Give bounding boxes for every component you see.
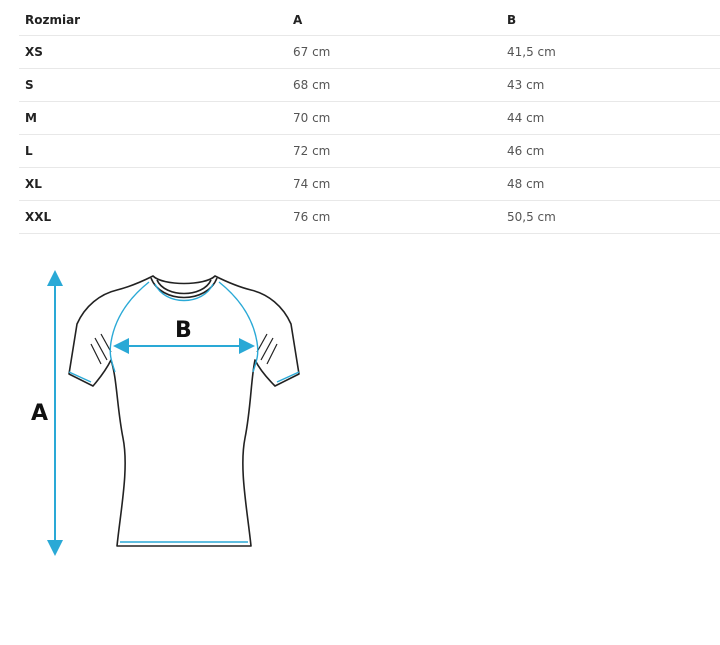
width-b-cell: 44 cm	[501, 101, 720, 135]
tshirt-outline	[68, 275, 300, 547]
table-row: XXL 76 cm 50,5 cm	[19, 200, 720, 234]
size-cell: XS	[19, 35, 287, 69]
size-cell: M	[19, 101, 287, 135]
header-b: B	[501, 5, 720, 36]
table-row: L 72 cm 46 cm	[19, 134, 720, 168]
width-b-cell: 50,5 cm	[501, 200, 720, 234]
header-size: Rozmiar	[19, 5, 287, 36]
table-row: XL 74 cm 48 cm	[19, 167, 720, 201]
label-a: A	[31, 401, 48, 426]
size-cell: XXL	[19, 200, 287, 234]
table-header-row: Rozmiar A B	[19, 5, 720, 36]
width-b-cell: 48 cm	[501, 167, 720, 201]
table-row: S 68 cm 43 cm	[19, 68, 720, 102]
width-b-cell: 43 cm	[501, 68, 720, 102]
size-cell: XL	[19, 167, 287, 201]
length-a-cell: 70 cm	[287, 101, 501, 135]
size-cell: S	[19, 68, 287, 102]
length-a-cell: 76 cm	[287, 200, 501, 234]
header-a: A	[287, 5, 501, 36]
tshirt-measurement-icon: A B	[31, 270, 300, 556]
width-b-cell: 41,5 cm	[501, 35, 720, 69]
length-a-cell: 74 cm	[287, 167, 501, 201]
length-a-cell: 72 cm	[287, 134, 501, 168]
size-table: Rozmiar A B XS 67 cm 41,5 cm S 68 cm 43 …	[19, 5, 720, 234]
length-a-cell: 67 cm	[287, 35, 501, 69]
length-a-cell: 68 cm	[287, 68, 501, 102]
tshirt-measurement-diagram: A B	[25, 268, 315, 558]
width-b-cell: 46 cm	[501, 134, 720, 168]
table-row: XS 67 cm 41,5 cm	[19, 35, 720, 69]
table-row: M 70 cm 44 cm	[19, 101, 720, 135]
size-cell: L	[19, 134, 287, 168]
label-b: B	[175, 318, 192, 343]
